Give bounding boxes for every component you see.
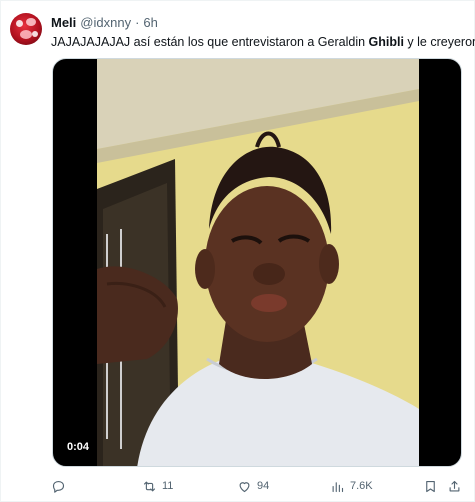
bookmark-icon: [426, 480, 435, 492]
reply-icon: [52, 480, 65, 493]
retweet-icon: [143, 481, 156, 491]
tweet-header: Meli @idxnny · 6h: [51, 13, 158, 31]
like-count: 94: [257, 480, 270, 492]
share-icon: [449, 480, 460, 491]
video-timestamp: 0:04: [62, 439, 95, 455]
author-name[interactable]: Meli: [51, 15, 76, 30]
tweet-text-bold: Ghibli: [368, 35, 404, 49]
tweet-card[interactable]: Meli @idxnny · 6h JAJAJAJAJAJ así están …: [0, 0, 475, 502]
bookmark-button[interactable]: [423, 475, 438, 497]
tweet-text-part: JAJAJAJAJAJ así están los que entrevista…: [51, 35, 369, 49]
views-count: 7.6K: [350, 480, 373, 492]
like-button[interactable]: 94: [237, 475, 269, 497]
heart-icon: [239, 481, 250, 492]
tweet-text: JAJAJAJAJAJ así están los que entrevista…: [51, 34, 475, 50]
reply-button[interactable]: [51, 475, 66, 497]
retweet-button[interactable]: 11: [142, 475, 173, 497]
video-still: [97, 59, 419, 466]
tweet-actions: 11 94 7.6K: [51, 475, 461, 497]
video-player[interactable]: 0:04: [52, 58, 462, 467]
video-frame[interactable]: [97, 59, 419, 466]
post-time[interactable]: 6h: [143, 15, 157, 30]
separator-dot: ·: [135, 14, 140, 30]
avatar[interactable]: [10, 13, 42, 45]
views-button[interactable]: 7.6K: [330, 475, 373, 497]
retweet-count: 11: [162, 480, 174, 492]
author-handle[interactable]: @idxnny: [80, 15, 131, 30]
share-button[interactable]: [447, 475, 462, 497]
tweet-text-part: y le creyeron: [403, 35, 475, 49]
views-icon: [332, 481, 344, 492]
